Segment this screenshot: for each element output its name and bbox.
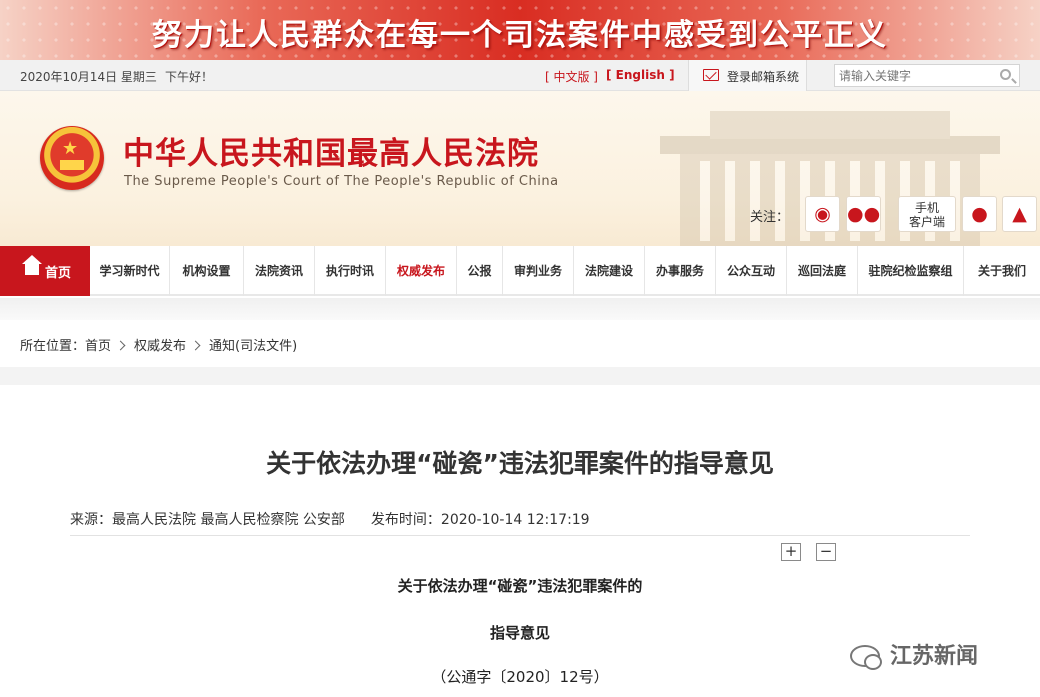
nav-home-label: 首页: [45, 266, 72, 281]
apple-button[interactable]: ●: [962, 196, 997, 232]
meta-divider: [70, 535, 970, 536]
document-heading-line1: 关于依法办理“碰瓷”违法犯罪案件的: [397, 577, 643, 595]
national-emblem-icon: ★: [40, 126, 104, 190]
top-banner: 努力让人民群众在每一个司法案件中感受到公平正义: [0, 0, 1040, 60]
wechat-button[interactable]: ●●: [846, 196, 881, 232]
chevron-right-icon: [190, 340, 201, 351]
android-button[interactable]: ▲: [1002, 196, 1037, 232]
nav-item[interactable]: 公报: [457, 246, 503, 296]
nav-divider: [0, 298, 1040, 320]
nav-item[interactable]: 公众互动: [716, 246, 787, 296]
search-input[interactable]: [835, 65, 985, 86]
home-icon: [22, 255, 42, 275]
weibo-button[interactable]: ◉: [805, 196, 840, 232]
lang-english-link[interactable]: [ English ]: [606, 68, 675, 82]
breadcrumb-label: 所在位置：: [20, 339, 86, 354]
nav-item[interactable]: 办事服务: [645, 246, 716, 296]
search-icon[interactable]: [1000, 69, 1011, 80]
nav-home[interactable]: 首页: [0, 246, 90, 296]
banner-slogan: 努力让人民群众在每一个司法案件中感受到公平正义: [152, 18, 888, 53]
utility-bar: 2020年10月14日 星期三 下午好！ [ 中文版 ] [ English ]…: [0, 60, 1040, 91]
mobile-label-1: 手机: [914, 201, 939, 215]
wechat-icon: ●●: [847, 203, 881, 225]
nav-item[interactable]: 关于我们: [964, 246, 1040, 296]
font-decrease-button[interactable]: −: [816, 543, 836, 561]
nav-item[interactable]: 法院建设: [574, 246, 645, 296]
nav-item[interactable]: 巡回法庭: [787, 246, 858, 296]
site-subtitle: The Supreme People's Court of The People…: [124, 174, 559, 189]
mailbox-label: 登录邮箱系统: [727, 70, 800, 84]
mailbox-login-button[interactable]: 登录邮箱系统: [688, 60, 807, 91]
nav-item[interactable]: 机构设置: [170, 246, 244, 296]
mail-icon: [703, 69, 719, 81]
weibo-icon: ◉: [814, 203, 831, 225]
watermark: 江苏新闻: [850, 638, 978, 670]
article-source: 来源：最高人民法院 最高人民检察院 公安部: [70, 512, 345, 528]
breadcrumb-current[interactable]: 通知(司法文件): [209, 339, 297, 354]
lang-chinese-link[interactable]: [ 中文版 ]: [545, 68, 598, 85]
nav-item[interactable]: 审判业务: [503, 246, 574, 296]
search-box: [834, 64, 1020, 87]
greeting: 下午好！: [165, 70, 214, 84]
section-divider: [0, 367, 1040, 385]
article-title: 关于依法办理“碰瓷”违法犯罪案件的指导意见: [266, 449, 774, 478]
follow-label: 关注：: [750, 210, 790, 225]
nav-item-active[interactable]: 权威发布: [386, 246, 457, 296]
breadcrumb-authority[interactable]: 权威发布: [134, 339, 186, 354]
chevron-right-icon: [115, 340, 126, 351]
breadcrumb: 所在位置：首页 权威发布 通知(司法文件): [0, 320, 1040, 367]
article-meta: 来源：最高人民法院 最高人民检察院 公安部 发布时间：2020-10-14 12:…: [70, 509, 590, 529]
watermark-text: 江苏新闻: [890, 644, 979, 669]
font-increase-button[interactable]: +: [781, 543, 801, 561]
apple-icon: ●: [971, 203, 988, 225]
nav-item[interactable]: 驻院纪检监察组: [858, 246, 964, 296]
site-title: 中华人民共和国最高人民法院: [123, 136, 539, 172]
article-published: 发布时间：2020-10-14 12:17:19: [370, 512, 590, 528]
breadcrumb-home[interactable]: 首页: [85, 339, 111, 354]
nav-item[interactable]: 执行时讯: [315, 246, 386, 296]
nav-item[interactable]: 法院资讯: [244, 246, 315, 296]
nav-item[interactable]: 学习新时代: [90, 246, 170, 296]
mobile-label-2: 客户端: [908, 215, 945, 229]
wechat-watermark-icon: [850, 645, 882, 670]
mobile-client-button[interactable]: 手机 客户端: [898, 196, 956, 232]
main-nav: 首页 学习新时代 机构设置 法院资讯 执行时讯 权威发布 公报 审判业务 法院建…: [0, 246, 1040, 296]
current-date: 2020年10月14日 星期三: [20, 70, 157, 84]
android-icon: ▲: [1012, 203, 1027, 225]
